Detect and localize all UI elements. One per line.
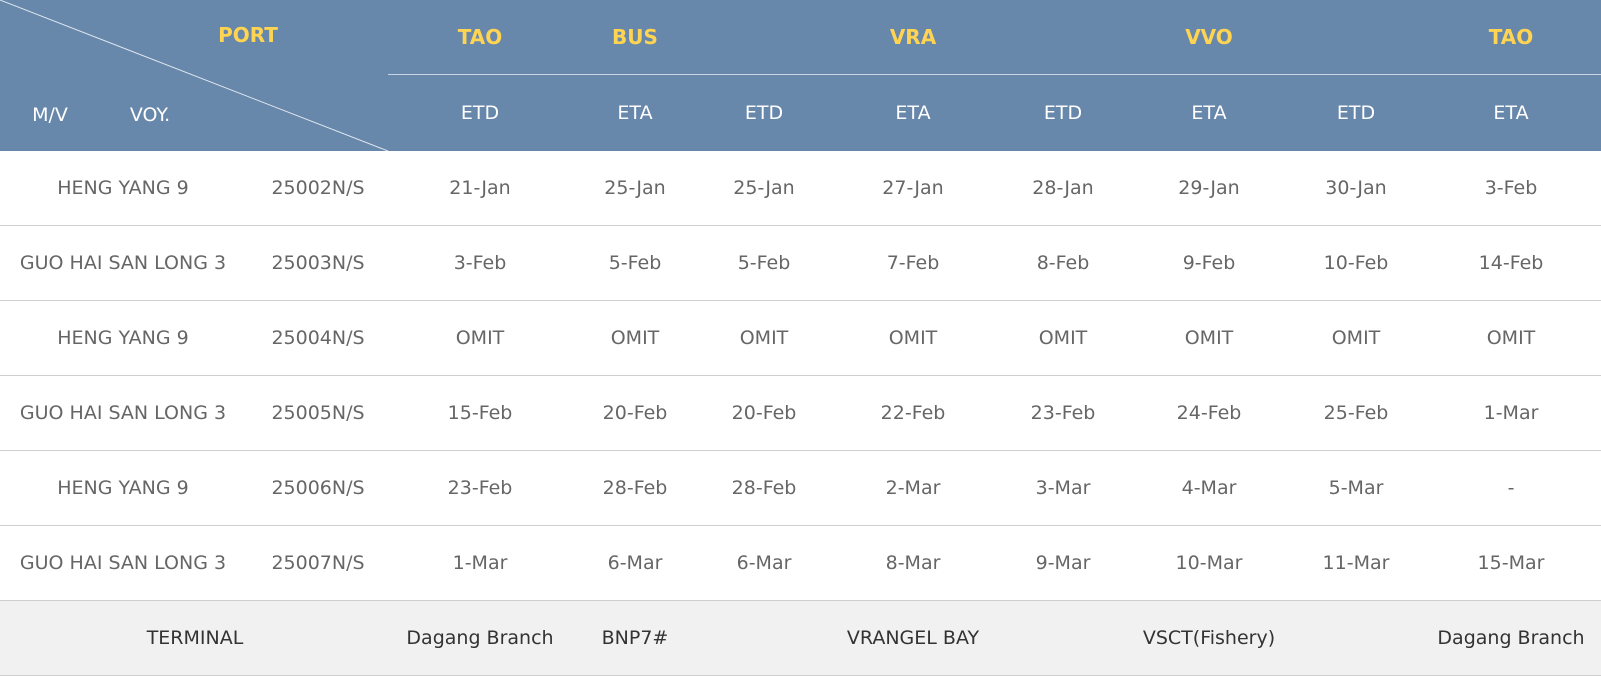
date-cell: 14-Feb: [1478, 252, 1544, 274]
terminal-name-vra: VRANGEL BAY: [846, 627, 980, 649]
table-row: HENG YANG 9 25006N/S 23-Feb 28-Feb 28-Fe…: [0, 451, 1601, 526]
date-cell: OMIT: [1184, 327, 1234, 349]
date-cell: 3-Feb: [1484, 177, 1538, 199]
subheader-etd: ETD: [460, 102, 500, 124]
date-cell: OMIT: [888, 327, 938, 349]
header-row-divider: [388, 74, 1601, 75]
subheader-eta: ETA: [1191, 102, 1227, 124]
date-cell: 7-Feb: [886, 252, 940, 274]
vessel-name: GUO HAI SAN LONG 3: [19, 552, 227, 574]
subheader-eta: ETA: [895, 102, 931, 124]
table-row: GUO HAI SAN LONG 3 25005N/S 15-Feb 20-Fe…: [0, 376, 1601, 451]
date-cell: 15-Mar: [1477, 552, 1545, 574]
header-diagonal-divider: [0, 0, 389, 151]
table-row: HENG YANG 9 25004N/S OMIT OMIT OMIT OMIT…: [0, 301, 1601, 376]
date-cell: 1-Mar: [1483, 402, 1539, 424]
date-cell: 23-Feb: [1030, 402, 1096, 424]
vessel-name: GUO HAI SAN LONG 3: [19, 252, 227, 274]
port-header-tao-return: TAO: [1488, 25, 1534, 49]
date-cell: 5-Feb: [737, 252, 791, 274]
vessel-name: HENG YANG 9: [57, 477, 189, 499]
date-cell: 1-Mar: [452, 552, 508, 574]
subheader-etd: ETD: [1336, 102, 1376, 124]
date-cell: 8-Feb: [1036, 252, 1090, 274]
date-cell: 28-Jan: [1032, 177, 1094, 199]
date-cell: 29-Jan: [1178, 177, 1240, 199]
date-cell: 15-Feb: [447, 402, 513, 424]
date-cell: 3-Mar: [1035, 477, 1091, 499]
date-cell: OMIT: [1038, 327, 1088, 349]
date-cell: 5-Mar: [1328, 477, 1384, 499]
date-cell: 5-Feb: [608, 252, 662, 274]
terminal-label: TERMINAL: [146, 627, 244, 649]
terminal-row: TERMINAL Dagang Branch BNP7# VRANGEL BAY…: [0, 601, 1601, 676]
subheader-etd: ETD: [744, 102, 784, 124]
sailing-schedule-table: PORT M/V VOY. TAO BUS VRA VVO TAO ETD ET…: [0, 0, 1601, 676]
date-cell: 4-Mar: [1181, 477, 1237, 499]
date-cell: 6-Mar: [607, 552, 663, 574]
date-cell: 6-Mar: [736, 552, 792, 574]
subheader-eta: ETA: [1493, 102, 1529, 124]
date-cell: 10-Feb: [1323, 252, 1389, 274]
date-cell: 11-Mar: [1322, 552, 1390, 574]
port-header-vvo: VVO: [1185, 25, 1233, 49]
date-cell: 10-Mar: [1175, 552, 1243, 574]
date-cell: OMIT: [455, 327, 505, 349]
table-row: GUO HAI SAN LONG 3 25007N/S 1-Mar 6-Mar …: [0, 526, 1601, 601]
date-cell: 22-Feb: [880, 402, 946, 424]
terminal-name-tao-origin: Dagang Branch: [406, 627, 554, 649]
terminal-name-tao-return: Dagang Branch: [1437, 627, 1585, 649]
table-header: PORT M/V VOY. TAO BUS VRA VVO TAO ETD ET…: [0, 0, 1601, 151]
date-cell: 21-Jan: [449, 177, 511, 199]
terminal-name-bus: BNP7#: [601, 627, 669, 649]
date-cell: 3-Feb: [453, 252, 507, 274]
date-cell: 25-Jan: [733, 177, 795, 199]
port-header-label: PORT: [218, 23, 278, 47]
date-cell: 20-Feb: [731, 402, 797, 424]
voyage-number: 25004N/S: [271, 327, 365, 349]
date-cell: 25-Feb: [1323, 402, 1389, 424]
date-cell: OMIT: [1331, 327, 1381, 349]
date-cell: -: [1507, 477, 1515, 499]
date-cell: 20-Feb: [602, 402, 668, 424]
date-cell: 24-Feb: [1176, 402, 1242, 424]
date-cell: OMIT: [739, 327, 789, 349]
date-cell: 30-Jan: [1325, 177, 1387, 199]
voyage-header-label: VOY.: [129, 104, 171, 126]
port-header-tao-origin: TAO: [457, 25, 503, 49]
voyage-number: 25005N/S: [271, 402, 365, 424]
vessel-name: HENG YANG 9: [57, 177, 189, 199]
terminal-name-vvo: VSCT(Fishery): [1142, 627, 1276, 649]
table-row: HENG YANG 9 25002N/S 21-Jan 25-Jan 25-Ja…: [0, 151, 1601, 226]
vessel-header-label: M/V: [32, 104, 68, 126]
vessel-name: HENG YANG 9: [57, 327, 189, 349]
date-cell: 28-Feb: [602, 477, 668, 499]
date-cell: 27-Jan: [882, 177, 944, 199]
date-cell: 2-Mar: [885, 477, 941, 499]
date-cell: 28-Feb: [731, 477, 797, 499]
date-cell: OMIT: [610, 327, 660, 349]
port-header-vra: VRA: [889, 25, 937, 49]
date-cell: 25-Jan: [604, 177, 666, 199]
subheader-etd: ETD: [1043, 102, 1083, 124]
voyage-number: 25003N/S: [271, 252, 365, 274]
voyage-number: 25002N/S: [271, 177, 365, 199]
date-cell: 9-Mar: [1035, 552, 1091, 574]
subheader-eta: ETA: [617, 102, 653, 124]
voyage-number: 25007N/S: [271, 552, 365, 574]
vessel-name: GUO HAI SAN LONG 3: [19, 402, 227, 424]
date-cell: 8-Mar: [885, 552, 941, 574]
date-cell: OMIT: [1486, 327, 1536, 349]
date-cell: 9-Feb: [1182, 252, 1236, 274]
voyage-number: 25006N/S: [271, 477, 365, 499]
date-cell: 23-Feb: [447, 477, 513, 499]
table-row: GUO HAI SAN LONG 3 25003N/S 3-Feb 5-Feb …: [0, 226, 1601, 301]
port-header-bus: BUS: [612, 25, 658, 49]
